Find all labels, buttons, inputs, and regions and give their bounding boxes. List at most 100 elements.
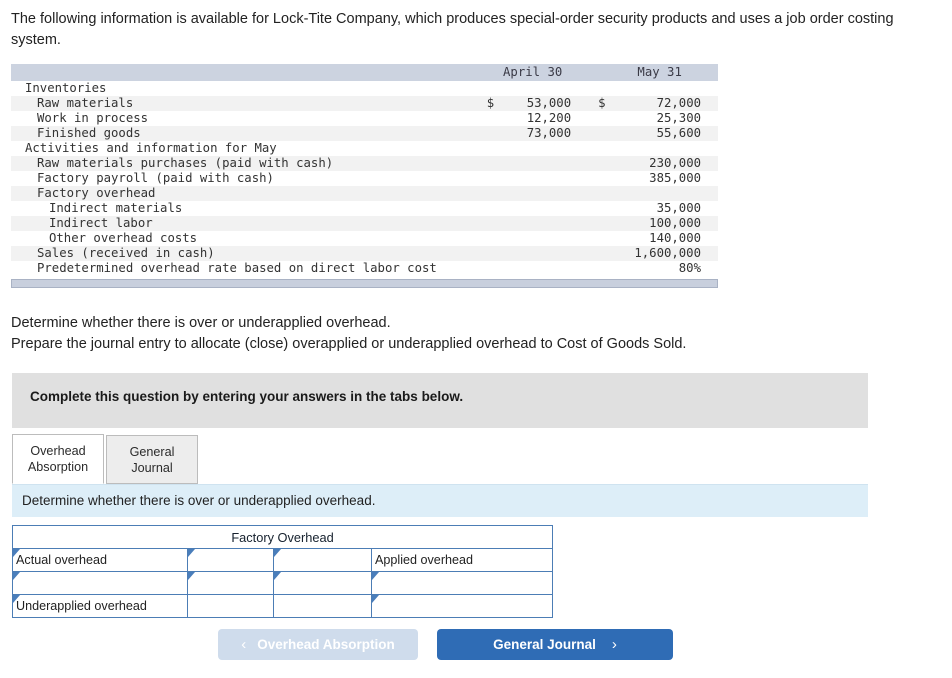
facts-row-may-currency [588,171,618,186]
facts-row-april-value [494,201,588,216]
cell-r1-c3[interactable] [273,548,372,572]
facts-row-label: Inventories [25,81,107,95]
cell-r2-c4[interactable] [370,571,554,595]
tab-general-journal-line1: General [129,445,175,459]
facts-row-april-value [494,141,588,156]
tab-instruction-strip: Determine whether there is over or under… [12,484,868,517]
facts-row-may-currency [588,81,618,96]
table-row: Raw materials purchases (paid with cash)… [11,156,718,171]
facts-row-may-currency [588,111,618,126]
facts-row-label: Finished goods [11,126,481,141]
facts-row-april-value [494,216,589,231]
answer-tabs: Overhead Absorption General Journal [12,434,200,484]
table-row: Underapplied overhead [12,594,554,618]
facts-col-header-april30: April 30 [494,64,589,81]
table-row: Factory overhead [11,186,718,201]
facts-row-april-currency [481,201,494,216]
cell-r1-c2[interactable] [187,548,274,572]
facts-row-label: Sales (received in cash) [11,246,481,261]
prev-overhead-absorption-button[interactable]: ‹ Overhead Absorption [218,629,418,660]
facts-row-april-value [494,231,588,246]
facts-row-label: Activities and information for May [25,141,277,155]
worksheet-navigation: ‹ Overhead Absorption General Journal › [218,629,673,660]
prev-button-label: Overhead Absorption [257,637,395,652]
facts-col-header-may-currency [588,64,619,81]
facts-row-may-value: 140,000 [649,231,701,245]
facts-row-label: Other overhead costs [49,231,198,245]
facts-row-may-currency [588,141,618,156]
facts-row-label: Raw materials purchases (paid with cash) [11,156,481,171]
cell-r2-c3[interactable] [273,571,372,595]
facts-table-header-row: April 30 May 31 [11,64,718,81]
facts-row-may-value [618,141,718,156]
facts-row-may-currency [588,201,618,216]
facts-table-scrollbar[interactable] [11,279,718,288]
facts-row-may-value: 385,000 [649,171,701,185]
tab-instruction-text: Determine whether there is over or under… [22,493,376,508]
facts-row-april-value: 53,000 [494,96,589,111]
facts-row-may-currency [588,216,619,231]
facts-col-header-may31: May 31 [618,64,718,81]
facts-row-may-currency [588,261,618,276]
tab-overhead-absorption[interactable]: Overhead Absorption [12,434,104,484]
company-facts-table: April 30 May 31 Inventories Raw materials… [11,64,718,288]
table-row [12,571,554,595]
facts-row-april-value [494,156,589,171]
cell-r2-c2[interactable] [187,571,274,595]
facts-row-may-currency: $ [588,96,619,111]
cell-actual-overhead-label[interactable]: Actual overhead [12,548,188,572]
facts-row-april-currency [481,171,494,186]
facts-row-may-value [618,186,718,201]
cell-r3-c2[interactable] [187,594,274,618]
complete-question-banner: Complete this question by entering your … [12,373,868,428]
tab-overhead-absorption-line2: Absorption [27,460,89,474]
facts-row-may-value: 55,600 [618,126,718,141]
table-row: Finished goods 73,000 55,600 [11,126,718,141]
facts-row-april-currency: $ [480,96,495,111]
facts-col-header-blank [11,64,481,81]
chevron-left-icon: ‹ [241,636,247,653]
worksheet-title-row: Factory Overhead [11,525,554,549]
chevron-right-icon: › [611,636,617,653]
table-row: Predetermined overhead rate based on dir… [11,261,718,276]
table-row: Work in process 12,200 25,300 [11,111,718,126]
facts-row-may-currency [588,126,619,141]
facts-row-may-currency [588,156,619,171]
table-row: Indirect labor 100,000 [11,216,718,231]
facts-row-may-value: 100,000 [618,216,718,231]
tab-general-journal[interactable]: General Journal [106,435,198,484]
facts-row-may-value: 80% [678,261,701,275]
table-row: Activities and information for May [11,141,718,156]
facts-row-april-currency [481,231,494,246]
cell-applied-overhead-label[interactable]: Applied overhead [370,548,554,572]
next-button-label: General Journal [493,637,596,652]
facts-row-april-currency [481,81,494,96]
cell-r2-c1[interactable] [12,571,188,595]
facts-col-header-april-currency [480,64,495,81]
facts-row-april-value: 73,000 [494,126,589,141]
table-row: Indirect materials 35,000 [11,201,718,216]
facts-row-april-currency [480,246,495,261]
cell-underapplied-overhead-label[interactable]: Underapplied overhead [12,594,188,618]
table-row: Inventories [11,81,718,96]
table-row: Raw materials $53,000 $72,000 [11,96,718,111]
facts-row-may-currency [588,246,619,261]
complete-question-banner-text: Complete this question by entering your … [30,389,464,404]
facts-row-april-value [494,186,589,201]
facts-row-may-value: 25,300 [656,111,701,125]
facts-row-april-value [494,171,588,186]
worksheet-title: Factory Overhead [11,525,554,549]
requirement-line-2: Prepare the journal entry to allocate (c… [11,336,687,352]
cell-r3-c3[interactable] [273,594,372,618]
requirement-line-1: Determine whether there is over or under… [11,315,391,331]
facts-row-label: Predetermined overhead rate based on dir… [37,261,437,275]
facts-row-label: Indirect labor [11,216,481,231]
facts-row-april-value: 12,200 [526,111,572,125]
facts-table-body: Inventories Raw materials $53,000 $72,000 Wo… [11,81,718,276]
facts-row-april-currency [481,111,494,126]
table-row: Other overhead costs 140,000 [11,231,718,246]
cell-r3-c4[interactable] [370,594,554,618]
requirements-block: Determine whether there is over or under… [11,313,911,355]
next-general-journal-button[interactable]: General Journal › [437,629,673,660]
tab-overhead-absorption-line1: Overhead [30,444,86,458]
